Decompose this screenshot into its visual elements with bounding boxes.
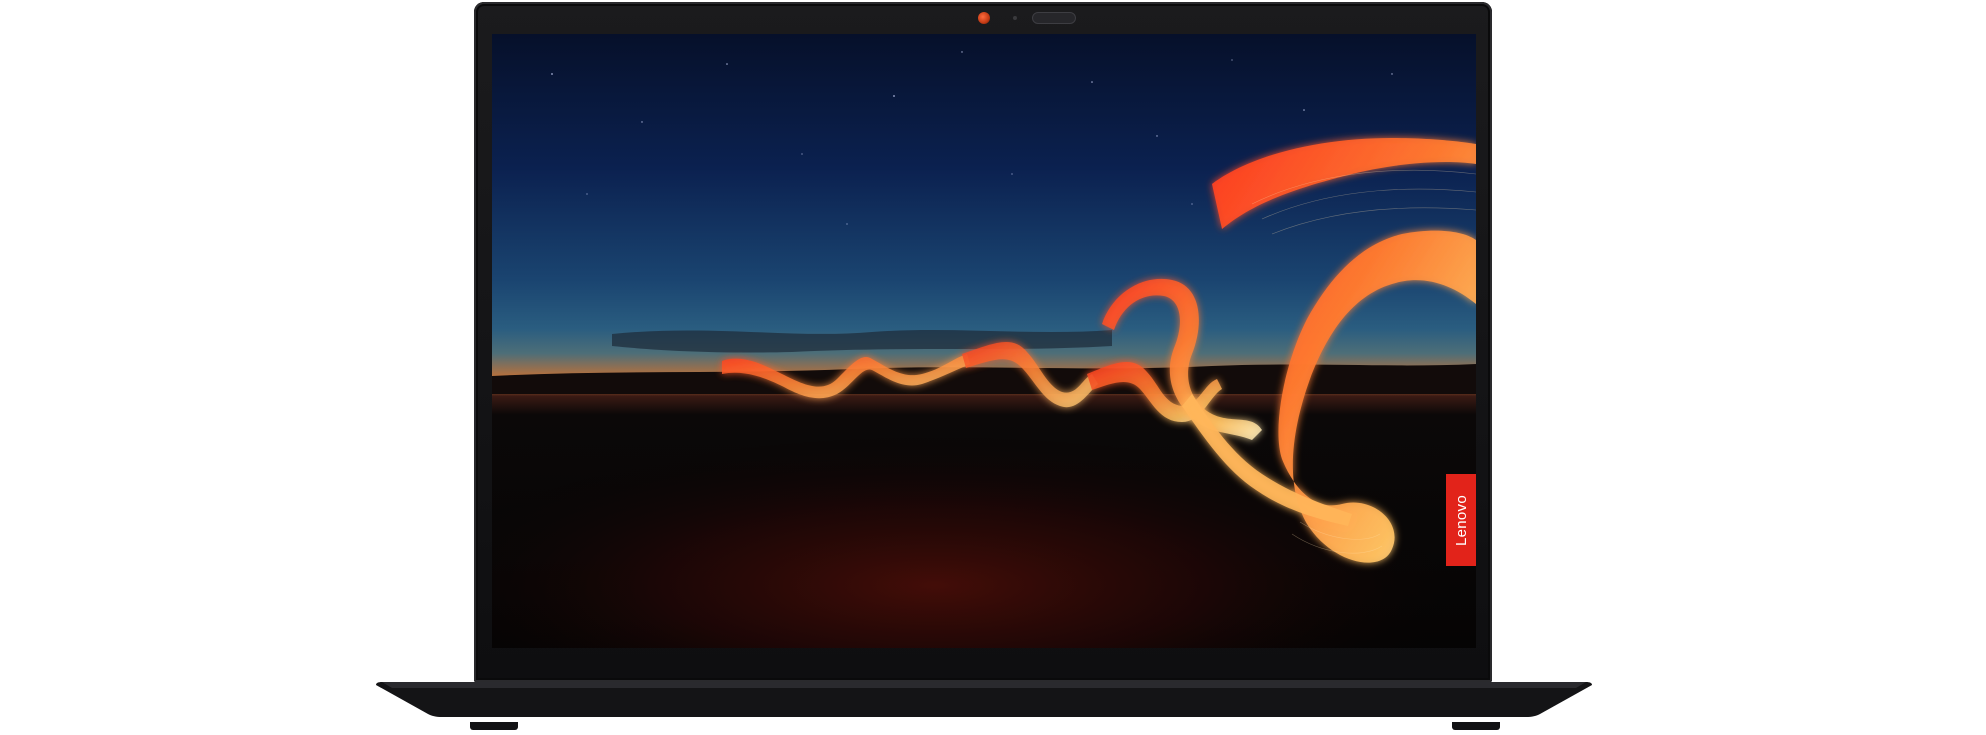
laptop-screen [492, 34, 1476, 648]
sensor-icon [1013, 16, 1017, 20]
foot-right [1452, 722, 1500, 730]
product-photo: Lenovo [0, 0, 1986, 735]
lenovo-logo-text: Lenovo [1452, 494, 1470, 546]
wallpaper-image [492, 34, 1476, 648]
privacy-shutter [1032, 12, 1076, 24]
webcam-icon [978, 12, 990, 24]
lenovo-badge: Lenovo [1446, 474, 1476, 566]
foot-left [470, 722, 518, 730]
laptop-base [376, 682, 1592, 717]
